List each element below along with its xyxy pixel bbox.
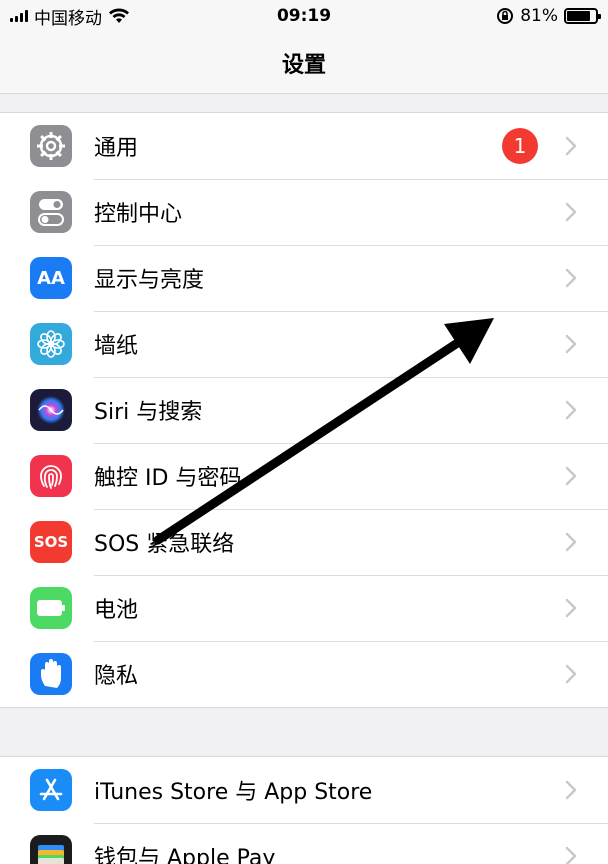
page-title: 设置	[281, 52, 326, 78]
settings-row[interactable]: 钱包与 Apple Pay	[0, 823, 608, 864]
settings-row[interactable]: Siri 与搜索	[0, 377, 608, 443]
settings-row-label: 控制中心	[94, 202, 183, 227]
wallet-icon	[30, 835, 72, 864]
battery-indicator-icon	[564, 8, 601, 24]
nav-bar: 设置	[0, 32, 608, 94]
settings-row-label: SOS 紧急联络	[94, 532, 235, 557]
carrier-label: 中国移动	[34, 8, 102, 29]
settings-row-label: 钱包与 Apple Pay	[94, 846, 276, 864]
settings-row[interactable]: 通用 1	[0, 113, 608, 179]
status-left: 中国移动	[10, 4, 130, 29]
app-store-icon	[30, 769, 72, 811]
settings-row[interactable]: 触控 ID 与密码	[0, 443, 608, 509]
gear-icon	[30, 125, 72, 167]
settings-row-label: 通用	[94, 136, 139, 161]
signal-icon	[10, 10, 28, 22]
chevron-right-icon	[565, 202, 577, 222]
chevron-right-icon	[565, 846, 577, 864]
settings-row[interactable]: iTunes Store 与 App Store	[0, 757, 608, 823]
icon-text: SOS	[33, 533, 69, 551]
chevron-right-icon	[565, 664, 577, 684]
settings-group-main: 通用 1 控制中心 AA 显示与亮度墙纸 Siri 与搜索触控 ID 与密码 SOS SOS …	[0, 112, 608, 708]
rotation-lock-icon	[497, 8, 514, 24]
settings-row-label: 隐私	[94, 664, 139, 689]
settings-row-label: iTunes Store 与 App Store	[94, 780, 373, 805]
settings-row[interactable]: SOS SOS 紧急联络	[0, 509, 608, 575]
battery-fill	[567, 11, 590, 21]
settings-row-label: 墙纸	[94, 334, 139, 359]
chevron-right-icon	[565, 400, 577, 420]
settings-row-label: 电池	[94, 598, 139, 623]
chevron-right-icon	[565, 598, 577, 618]
settings-row-label: 显示与亮度	[94, 268, 205, 293]
settings-row[interactable]: 控制中心	[0, 179, 608, 245]
battery-icon	[30, 587, 72, 629]
chevron-right-icon	[565, 334, 577, 354]
settings-row[interactable]: AA 显示与亮度	[0, 245, 608, 311]
icon-text: AA	[37, 267, 65, 289]
toggles-icon	[30, 191, 72, 233]
settings-row[interactable]: 隐私	[0, 641, 608, 707]
settings-row-label: Siri 与搜索	[94, 400, 203, 425]
chevron-right-icon	[565, 136, 577, 156]
flower-icon	[30, 323, 72, 365]
wifi-icon	[109, 8, 129, 23]
battery-percent: 81%	[520, 6, 558, 26]
status-right: 81%	[496, 6, 601, 26]
settings-row[interactable]: 墙纸	[0, 311, 608, 377]
settings-row-label: 触控 ID 与密码	[94, 466, 242, 491]
notification-badge: 1	[502, 128, 538, 164]
chevron-right-icon	[565, 466, 577, 486]
clock: 09:19	[276, 6, 332, 26]
chevron-right-icon	[565, 780, 577, 800]
chevron-right-icon	[565, 268, 577, 288]
sos-icon: SOS	[30, 521, 72, 563]
status-bar: 中国移动 09:19 81%	[0, 0, 608, 32]
settings-group-store: iTunes Store 与 App Store 钱包与 Apple Pay	[0, 756, 608, 864]
siri-icon	[30, 389, 72, 431]
hand-icon	[30, 653, 72, 695]
settings-row[interactable]: 电池	[0, 575, 608, 641]
chevron-right-icon	[565, 532, 577, 552]
text-size-icon: AA	[30, 257, 72, 299]
fingerprint-icon	[30, 455, 72, 497]
